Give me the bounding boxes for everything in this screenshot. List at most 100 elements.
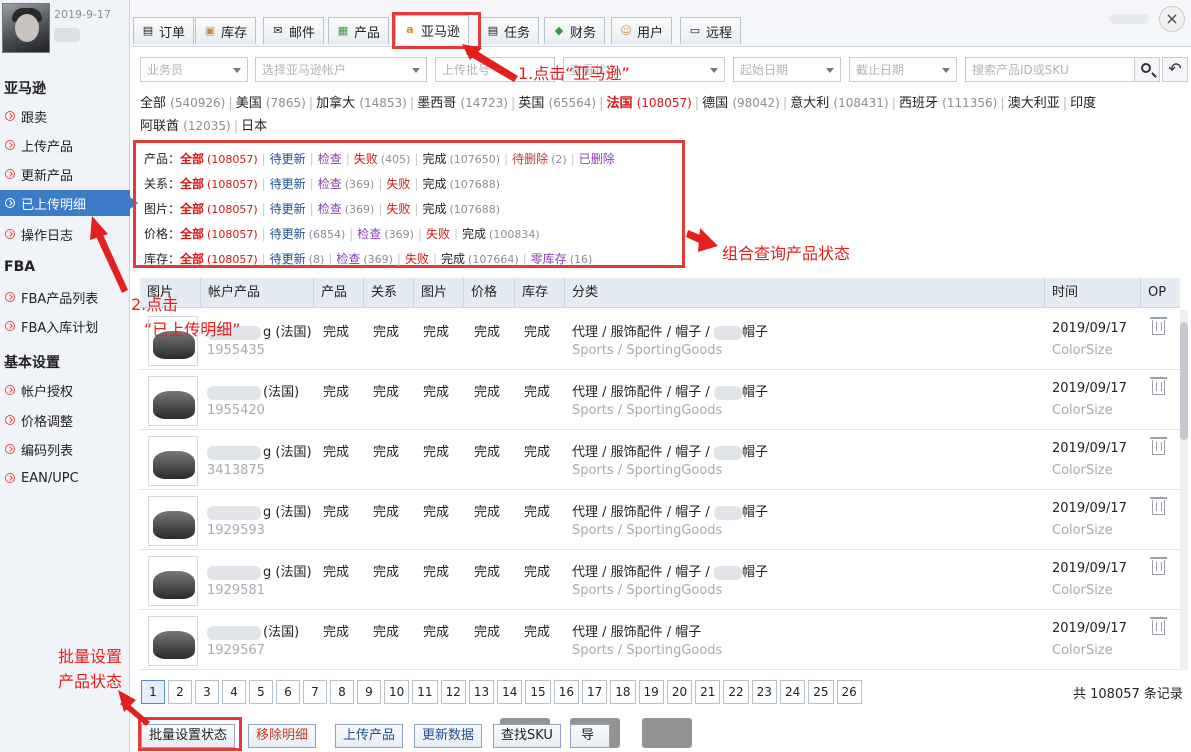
status-fail-link[interactable]: 失败 (386, 202, 410, 216)
status-all-link[interactable]: 全部 (180, 177, 204, 191)
page-button[interactable]: 16 (553, 680, 579, 704)
table-row[interactable]: (法国) 1955420 完成 完成 完成 完成 完成 代理 / 服饰配件 / 帽子 / 帽子… (140, 370, 1180, 430)
sidebar-item-price-adjust[interactable]: 价格调整 (0, 407, 130, 433)
page-button[interactable]: 4 (222, 680, 246, 704)
tab-inventory[interactable]: ▣ 库存 (195, 17, 257, 44)
tab-products[interactable]: ▦ 产品 (328, 17, 390, 44)
page-button[interactable]: 14 (497, 680, 523, 704)
status-check-link[interactable]: 检查 (318, 152, 342, 166)
status-fail-link[interactable]: 失败 (426, 227, 450, 241)
country-filter-item[interactable]: 英国 (65564) (518, 92, 596, 115)
country-filter-item[interactable]: 法国 (108057) (606, 92, 691, 115)
status-all-link[interactable]: 全部 (180, 152, 204, 166)
status-fail-link[interactable]: 失败 (354, 152, 378, 166)
sidebar-item-code-list[interactable]: 编码列表 (0, 436, 130, 462)
product-thumbnail[interactable] (148, 376, 198, 426)
page-button[interactable]: 25 (808, 680, 834, 704)
country-filter-item[interactable]: 阿联酋 (12035) (140, 115, 231, 138)
sidebar-item-upload-product[interactable]: 上传产品 (0, 132, 130, 158)
search-button[interactable] (1134, 57, 1160, 82)
country-filter-item[interactable]: 全部 (540926) (140, 92, 225, 115)
product-name[interactable]: g (法国) (207, 501, 312, 520)
status-done-link[interactable]: 完成 (422, 177, 446, 191)
status-pending-link[interactable]: 待更新 (270, 202, 306, 216)
table-row[interactable]: g (法国) 3413875 完成 完成 完成 完成 完成 代理 / 服饰配件 / 帽子 / … (140, 430, 1180, 490)
country-filter-item[interactable]: 德国 (98042) (702, 92, 780, 115)
vertical-scrollbar[interactable] (1180, 310, 1188, 670)
page-button[interactable]: 17 (581, 680, 608, 704)
page-button[interactable]: 5 (249, 680, 273, 704)
status-pending-link[interactable]: 待更新 (270, 227, 306, 241)
status-check-link[interactable]: 检查 (357, 227, 381, 241)
product-thumbnail[interactable] (148, 616, 198, 666)
sidebar-item-fba-products[interactable]: FBA产品列表 (0, 284, 130, 310)
status-done-link[interactable]: 完成 (462, 227, 486, 241)
sidebar-item-fba-inbound[interactable]: FBA入库计划 (0, 313, 130, 339)
update-data-button[interactable]: 更新数据 (414, 724, 483, 748)
table-row[interactable]: g (法国) 1955435 完成 完成 完成 完成 完成 代理 / 服饰配件 / 帽子 / … (140, 310, 1180, 370)
sidebar-item-operation-log[interactable]: 操作日志 (0, 221, 130, 247)
country-filter-item[interactable]: 日本 (241, 115, 267, 138)
page-button[interactable]: 18 (610, 680, 636, 704)
page-button[interactable]: 1 (141, 680, 165, 704)
page-button[interactable]: 24 (779, 680, 806, 704)
find-sku-button[interactable]: 查找SKU (493, 724, 561, 748)
country-filter-item[interactable]: 意大利 (108431) (790, 92, 888, 115)
product-thumbnail[interactable] (148, 436, 198, 486)
start-date-field[interactable]: 起始日期 (733, 57, 841, 82)
page-button[interactable]: 9 (357, 680, 381, 704)
table-row[interactable]: (法国) 1929567 完成 完成 完成 完成 完成 代理 / 服饰配件 / 帽子 Sport… (140, 610, 1180, 670)
page-button[interactable]: 21 (695, 680, 721, 704)
remove-detail-button[interactable]: 移除明细 (248, 724, 317, 748)
tab-mail[interactable]: ✉ 邮件 (263, 17, 325, 44)
status-done-link[interactable]: 完成 (441, 252, 465, 266)
page-button[interactable]: 8 (330, 680, 354, 704)
status-pending-link[interactable]: 待更新 (270, 152, 306, 166)
sidebar-item-ean-upc[interactable]: EAN/UPC (0, 465, 130, 491)
account-dropdown[interactable]: 选择亚马逊帐户 (255, 57, 427, 82)
export-button[interactable]: 导出 (570, 724, 610, 748)
sidebar-item-update-product[interactable]: 更新产品 (0, 161, 130, 187)
sidebar-item-follow-sell[interactable]: 跟卖 (0, 103, 130, 129)
status-check-link[interactable]: 检查 (318, 177, 342, 191)
page-button[interactable]: 2 (168, 680, 192, 704)
sidebar-item-account-auth[interactable]: 帐户授权 (0, 377, 130, 403)
tab-finance[interactable]: ◆ 财务 (544, 17, 606, 44)
country-filter-item[interactable]: 美国 (7865) (236, 92, 306, 115)
country-filter-item[interactable]: 印度 (1070, 92, 1096, 115)
status-pending-link[interactable]: 待更新 (270, 177, 306, 191)
end-date-field[interactable]: 截止日期 (849, 57, 957, 82)
tab-remote[interactable]: ▭ 远程 (680, 17, 742, 44)
page-button[interactable]: 7 (303, 680, 327, 704)
country-filter-item[interactable]: 西班牙 (111356) (899, 92, 997, 115)
upload-product-button[interactable]: 上传产品 (335, 724, 404, 748)
page-button[interactable]: 23 (751, 680, 777, 704)
page-button[interactable]: 11 (412, 680, 438, 704)
page-button[interactable]: 15 (525, 680, 551, 704)
status-check-link[interactable]: 检查 (336, 252, 360, 266)
page-button[interactable]: 19 (638, 680, 664, 704)
tab-tasks[interactable]: ▤ 任务 (478, 17, 540, 44)
status-pending-delete-link[interactable]: 待删除 (512, 152, 548, 166)
trash-icon[interactable] (1150, 617, 1167, 635)
scrollbar-thumb[interactable] (1180, 322, 1188, 440)
close-icon[interactable]: × (1159, 6, 1185, 32)
status-pending-link[interactable]: 待更新 (270, 252, 306, 266)
page-button[interactable]: 22 (723, 680, 749, 704)
status-all-link[interactable]: 全部 (180, 252, 204, 266)
page-button[interactable]: 10 (384, 680, 410, 704)
trash-icon[interactable] (1150, 557, 1167, 575)
table-row[interactable]: g (法国) 1929581 完成 完成 完成 完成 完成 代理 / 服饰配件 / 帽子 / … (140, 550, 1180, 610)
avatar[interactable] (2, 3, 50, 53)
trash-icon[interactable] (1150, 317, 1167, 335)
product-name[interactable]: g (法国) (207, 561, 312, 580)
status-all-link[interactable]: 全部 (180, 202, 204, 216)
status-done-link[interactable]: 完成 (422, 152, 446, 166)
page-button[interactable]: 12 (440, 680, 466, 704)
trash-icon[interactable] (1150, 377, 1167, 395)
status-done-link[interactable]: 完成 (422, 202, 446, 216)
country-filter-item[interactable]: 墨西哥 (14723) (417, 92, 508, 115)
page-button[interactable]: 3 (195, 680, 219, 704)
trash-icon[interactable] (1150, 497, 1167, 515)
table-row[interactable]: g (法国) 1929593 完成 完成 完成 完成 完成 代理 / 服饰配件 / 帽子 / … (140, 490, 1180, 550)
